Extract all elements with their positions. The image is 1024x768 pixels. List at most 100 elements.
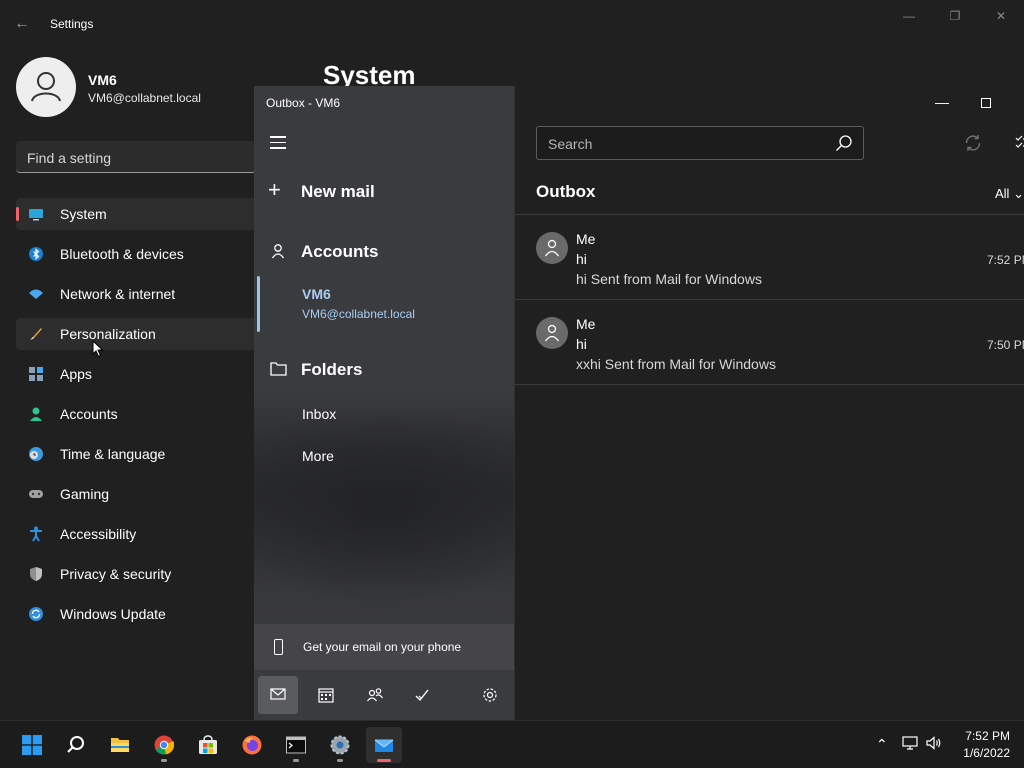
sidebar-item-gaming[interactable]: Gaming — [16, 478, 256, 510]
user-name: VM6 — [88, 72, 117, 88]
sidebar-item-apps[interactable]: Apps — [16, 358, 256, 390]
store-icon — [199, 735, 217, 754]
phone-promo[interactable]: Get your email on your phone — [254, 624, 514, 670]
settings-titlebar: ← Settings — ❐ ✕ — [0, 0, 1024, 48]
message-list-pane: — Search Outbox All ⌄ Me hi hi Sent from… — [514, 86, 1024, 720]
sender-avatar — [536, 232, 568, 264]
mail-window-title: Outbox - VM6 — [266, 96, 341, 110]
sidebar-item-personalization[interactable]: Personalization — [16, 318, 256, 350]
person-icon — [544, 239, 560, 257]
clock-date[interactable]: 1/6/2022 — [955, 746, 1010, 760]
phone-icon — [274, 639, 283, 655]
file-explorer-icon — [111, 738, 129, 752]
restore-button[interactable]: ❐ — [944, 9, 966, 25]
sidebar-item-label: Bluetooth & devices — [60, 246, 184, 262]
folders-heading[interactable]: Folders — [301, 360, 362, 380]
taskbar-file-explorer[interactable] — [102, 727, 138, 763]
shield-icon — [30, 567, 42, 581]
folder-icon — [270, 362, 287, 376]
sidebar-item-network[interactable]: Network & internet — [16, 278, 256, 310]
background-mountain — [254, 386, 514, 616]
search-placeholder: Find a setting — [27, 150, 112, 166]
sidebar-item-time-language[interactable]: Time & language — [16, 438, 256, 470]
filter-dropdown[interactable]: All ⌄ — [995, 186, 1024, 202]
hamburger-menu-icon[interactable] — [270, 136, 286, 149]
folder-more[interactable]: More — [302, 448, 334, 464]
close-button[interactable]: ✕ — [990, 9, 1012, 25]
settings-icon — [330, 735, 350, 755]
people-icon — [367, 688, 383, 702]
person-icon — [30, 407, 42, 421]
new-mail-button[interactable]: New mail — [301, 182, 375, 202]
sidebar-item-label: Gaming — [60, 486, 110, 502]
sidebar-item-accessibility[interactable]: Accessibility — [16, 518, 256, 550]
sidebar-item-system[interactable]: System — [16, 198, 256, 230]
folder-title: Outbox — [536, 182, 596, 201]
message-subject: hi — [576, 336, 587, 352]
accounts-heading[interactable]: Accounts — [301, 242, 378, 262]
sidebar-item-accounts[interactable]: Accounts — [16, 398, 256, 430]
todo-switch-button[interactable] — [402, 676, 442, 714]
sender-avatar — [536, 317, 568, 349]
mail-switch-button[interactable] — [258, 676, 298, 714]
start-button[interactable] — [14, 727, 50, 763]
folder-inbox[interactable]: Inbox — [302, 406, 336, 422]
taskbar-chrome[interactable] — [146, 727, 182, 763]
message-row[interactable]: Me hi hi Sent from Mail for Windows 7:52… — [515, 216, 1024, 300]
taskbar-store[interactable] — [190, 727, 226, 763]
person-icon — [544, 324, 560, 342]
taskbar-mail[interactable] — [366, 727, 402, 763]
calendar-switch-button[interactable] — [306, 676, 346, 714]
settings-switch-button[interactable] — [470, 676, 510, 714]
list-divider — [515, 214, 1024, 215]
sidebar-item-label: Accessibility — [60, 526, 137, 542]
search-icon[interactable] — [835, 134, 853, 152]
mail-minimize-button[interactable]: — — [935, 94, 949, 110]
list-divider — [515, 299, 1024, 300]
running-indicator — [293, 759, 299, 762]
message-row[interactable]: Me hi xxhi Sent from Mail for Windows 7:… — [515, 301, 1024, 385]
taskbar-settings[interactable] — [322, 727, 358, 763]
sync-icon[interactable] — [963, 133, 983, 153]
wifi-icon — [29, 289, 43, 299]
chrome-icon — [154, 735, 174, 755]
update-icon — [29, 607, 43, 621]
gear-icon — [483, 688, 497, 702]
people-switch-button[interactable] — [354, 676, 394, 714]
sidebar-item-label: Time & language — [60, 446, 166, 462]
monitor-icon — [29, 209, 43, 221]
user-avatar[interactable] — [16, 57, 76, 117]
plus-icon: + — [268, 177, 281, 202]
sidebar-item-windows-update[interactable]: Windows Update — [16, 598, 256, 630]
volume-icon[interactable] — [926, 736, 942, 750]
firefox-icon — [242, 735, 262, 755]
message-sender: Me — [576, 316, 596, 332]
sidebar-item-bluetooth[interactable]: Bluetooth & devices — [16, 238, 256, 270]
mail-search-placeholder: Search — [548, 136, 593, 152]
sidebar-item-label: Privacy & security — [60, 566, 172, 582]
minimize-button[interactable]: — — [898, 9, 920, 25]
taskbar-terminal[interactable] — [278, 727, 314, 763]
message-preview: hi Sent from Mail for Windows — [576, 271, 762, 287]
account-name[interactable]: VM6 — [302, 286, 331, 302]
sidebar-item-label: Personalization — [60, 326, 156, 342]
selection-mode-icon[interactable] — [1015, 134, 1024, 152]
app-switcher-bar — [254, 672, 514, 720]
apps-icon — [29, 367, 43, 381]
sidebar-item-label: Windows Update — [60, 606, 166, 622]
mail-search-input[interactable]: Search — [536, 126, 864, 160]
clock-time[interactable]: 7:52 PM — [960, 729, 1010, 743]
taskbar-firefox[interactable] — [234, 727, 270, 763]
mail-maximize-button[interactable] — [981, 98, 991, 108]
taskbar-search-button[interactable] — [58, 727, 94, 763]
chevron-up-icon[interactable]: ⌃ — [876, 736, 888, 753]
sidebar-item-privacy[interactable]: Privacy & security — [16, 558, 256, 590]
settings-search-input[interactable]: Find a setting — [16, 141, 256, 173]
bluetooth-icon — [29, 247, 43, 261]
running-indicator — [161, 759, 167, 762]
back-arrow-icon[interactable]: ← — [14, 14, 34, 34]
network-icon[interactable] — [902, 736, 918, 750]
account-email: VM6@collabnet.local — [302, 307, 415, 321]
mail-window: Outbox - VM6 + New mail Accounts VM6 VM6… — [254, 86, 1024, 720]
list-divider — [515, 384, 1024, 385]
